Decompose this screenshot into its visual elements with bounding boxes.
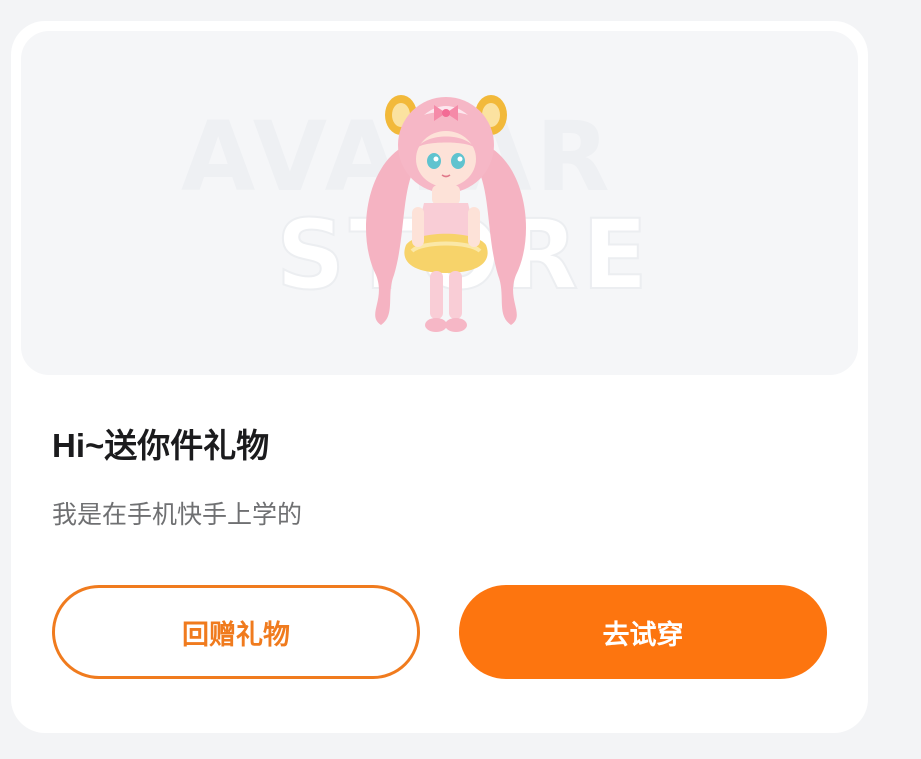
avatar-preview: AVATAR STORE <box>21 31 858 375</box>
avatar-figure <box>366 95 526 332</box>
return-gift-button[interactable]: 回赠礼物 <box>52 585 420 679</box>
return-gift-label: 回赠礼物 <box>182 619 290 651</box>
gift-subtitle: 我是在手机快手上学的 <box>52 500 303 529</box>
try-on-label: 去试穿 <box>602 619 684 651</box>
try-on-button[interactable]: 去试穿 <box>459 585 827 679</box>
gift-card: AVATAR STORE <box>11 21 868 733</box>
gift-title: Hi~送你件礼物 <box>52 427 270 464</box>
